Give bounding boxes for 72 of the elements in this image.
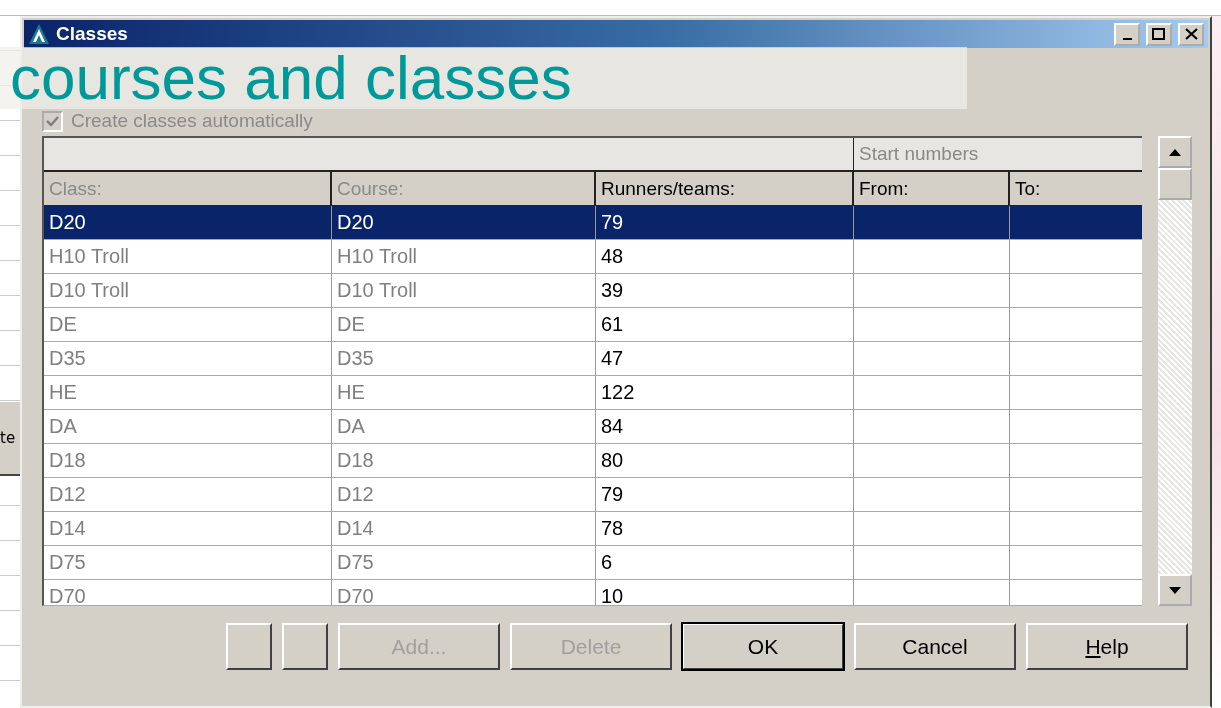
table-cell[interactable] [854,444,1010,478]
table-cell[interactable] [854,410,1010,444]
table-cell[interactable]: D14 [44,512,332,546]
table-cell[interactable] [854,206,1010,240]
table-cell[interactable]: D10 Troll [44,274,332,308]
table-cell[interactable] [854,342,1010,376]
table-cell[interactable]: DA [44,410,332,444]
table-cell[interactable]: D75 [332,546,596,580]
scroll-up-button[interactable] [1158,136,1192,168]
table-cell[interactable]: D10 Troll [332,274,596,308]
table-cell[interactable]: 61 [596,308,854,342]
table-cell[interactable]: H10 Troll [332,240,596,274]
table-cell[interactable] [854,478,1010,512]
window-title: Classes [56,23,129,45]
table-cell[interactable]: D75 [44,546,332,580]
table-cell[interactable]: D18 [332,444,596,478]
close-button[interactable] [1178,22,1204,46]
table-cell[interactable] [854,512,1010,546]
maximize-button[interactable] [1146,22,1172,46]
table-cell[interactable] [854,308,1010,342]
blank-button[interactable] [226,623,272,670]
table-cell[interactable]: D12 [332,478,596,512]
column-header[interactable]: Runners/teams: [596,172,854,206]
down-arrow-icon [1169,586,1182,594]
table-cell[interactable]: DE [44,308,332,342]
maximize-icon [1152,27,1166,41]
dialog-button[interactable]: Cancel [854,623,1016,670]
table-cell[interactable]: 80 [596,444,854,478]
table-cell[interactable] [1010,206,1143,240]
scroll-thumb[interactable] [1158,168,1192,200]
minimize-button[interactable] [1114,22,1140,46]
table-cell[interactable]: D18 [44,444,332,478]
table-cell[interactable]: 39 [596,274,854,308]
column-header[interactable]: From: [854,172,1010,206]
table-cell[interactable]: D12 [44,478,332,512]
up-arrow-icon [1169,148,1182,156]
table-cell[interactable]: D20 [332,206,596,240]
table-cell[interactable] [854,546,1010,580]
table-cell[interactable]: H10 Troll [44,240,332,274]
table-cell[interactable]: 84 [596,410,854,444]
scroll-down-button[interactable] [1158,574,1192,606]
table-cell[interactable]: DA [332,410,596,444]
blank-button[interactable] [282,623,328,670]
column-header[interactable]: Class: [44,172,332,206]
column-group-header: Start numbers [854,138,1143,172]
minimize-icon [1122,38,1132,40]
slide-title: courses and classes [9,47,572,109]
table-cell[interactable]: D14 [332,512,596,546]
table-cell[interactable]: D35 [332,342,596,376]
table-cell[interactable]: HE [332,376,596,410]
table-cell[interactable]: 79 [596,206,854,240]
table-cell[interactable]: DE [332,308,596,342]
dialog-button[interactable]: Help [1026,623,1188,670]
table-cell[interactable]: 47 [596,342,854,376]
table-cell[interactable]: 48 [596,240,854,274]
table-cell[interactable] [854,376,1010,410]
table-cell[interactable]: D35 [44,342,332,376]
column-header[interactable]: To: [1010,172,1143,206]
column-header[interactable]: Course: [332,172,596,206]
table-cell[interactable]: D20 [44,206,332,240]
table-cell[interactable] [854,274,1010,308]
check-icon [46,114,59,128]
dialog-button[interactable]: OK [682,623,844,670]
table-cell[interactable] [854,240,1010,274]
close-icon [1184,28,1198,40]
table-cell[interactable]: 78 [596,512,854,546]
table-cell[interactable]: HE [44,376,332,410]
table-cell[interactable]: 122 [596,376,854,410]
scrollbar[interactable] [1158,136,1192,606]
app-logo-icon [28,23,50,45]
table-cell[interactable]: 6 [596,546,854,580]
table-cell[interactable]: 79 [596,478,854,512]
